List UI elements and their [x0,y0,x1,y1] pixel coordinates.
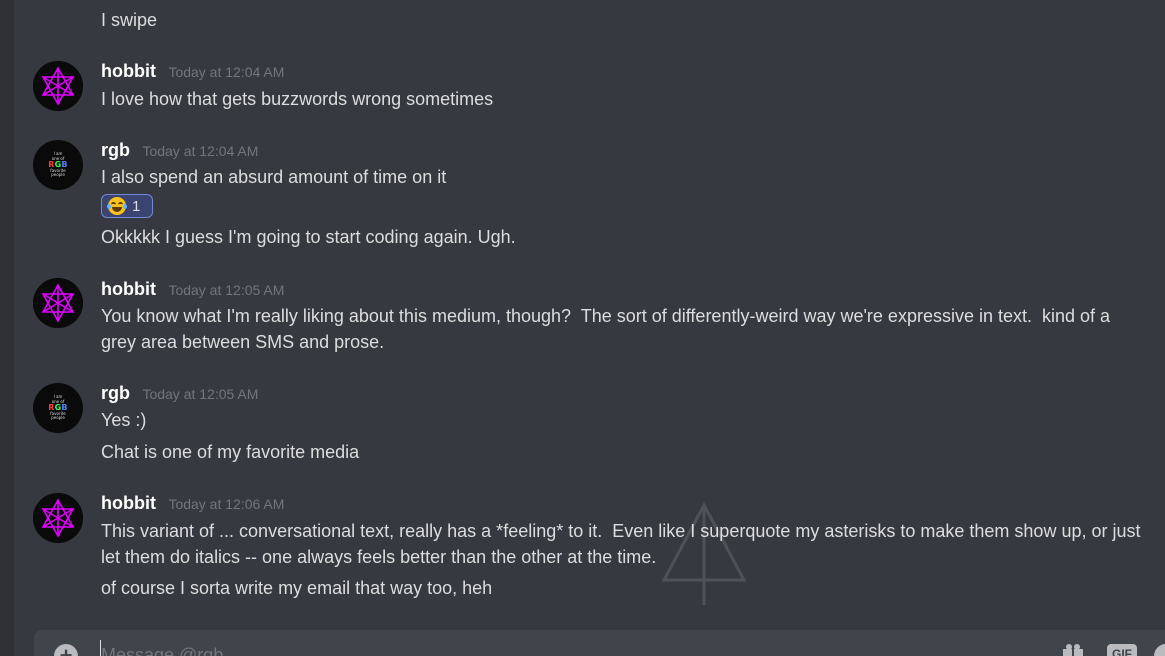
avatar-hobbit[interactable] [33,493,83,543]
message-header: rgb Today at 12:05 AM [101,383,258,404]
username[interactable]: hobbit [101,493,156,513]
message-text: Yes :) [101,410,147,430]
username[interactable]: hobbit [101,279,156,299]
message-header: hobbit Today at 12:06 AM [101,493,284,514]
message-text: Okkkkk I guess I'm going to start coding… [101,227,516,247]
message-text: This variant of ... conversational text,… [101,521,1146,567]
message-text: I also spend an absurd amount of time on… [101,167,447,187]
username[interactable]: rgb [101,383,130,403]
message-text: I swipe [101,10,158,30]
avatar-text: people [51,172,65,178]
reaction-button[interactable]: 1 [101,194,153,218]
timestamp: Today at 12:06 AM [168,496,285,512]
message-text: I love how that gets buzzwords wrong som… [101,89,494,109]
emoji-icon[interactable] [1154,644,1165,656]
avatar-rgb[interactable]: I am one of RGB favorite people [33,383,83,433]
gift-icon[interactable] [1062,644,1084,656]
joy-emoji-icon [107,197,127,215]
pentagram-icon [33,493,83,543]
watermark-icon [661,501,747,605]
message-text: of course I sorta write my email that wa… [101,578,493,598]
chat-app: I swipe hobbit Today at 12:04 AM I love … [0,0,1165,656]
username[interactable]: hobbit [101,61,156,81]
timestamp: Today at 12:04 AM [168,64,285,80]
avatar-hobbit[interactable] [33,61,83,111]
pentagram-icon [33,61,83,111]
message-list: I swipe hobbit Today at 12:04 AM I love … [14,0,1165,630]
pentagram-icon [33,278,83,328]
avatar-rgb[interactable]: I am one of RGB favorite people [33,140,83,190]
avatar-hobbit[interactable] [33,278,83,328]
timestamp: Today at 12:05 AM [168,282,285,298]
gif-button[interactable]: GIF [1107,644,1137,656]
message-composer: + GIF [34,630,1165,656]
timestamp: Today at 12:05 AM [142,386,259,402]
message-text: You know what I'm really liking about th… [101,306,1116,352]
message-text: Chat is one of my favorite media [101,442,360,462]
message-input[interactable] [100,640,1001,656]
channel-sidebar-edge [0,0,14,656]
timestamp: Today at 12:04 AM [142,143,259,159]
message-header: rgb Today at 12:04 AM [101,140,258,161]
plus-icon[interactable]: + [54,644,78,656]
message-header: hobbit Today at 12:05 AM [101,279,284,300]
reaction-count: 1 [132,197,141,215]
avatar-text: people [51,415,65,421]
username[interactable]: rgb [101,140,130,160]
message-header: hobbit Today at 12:04 AM [101,61,284,82]
